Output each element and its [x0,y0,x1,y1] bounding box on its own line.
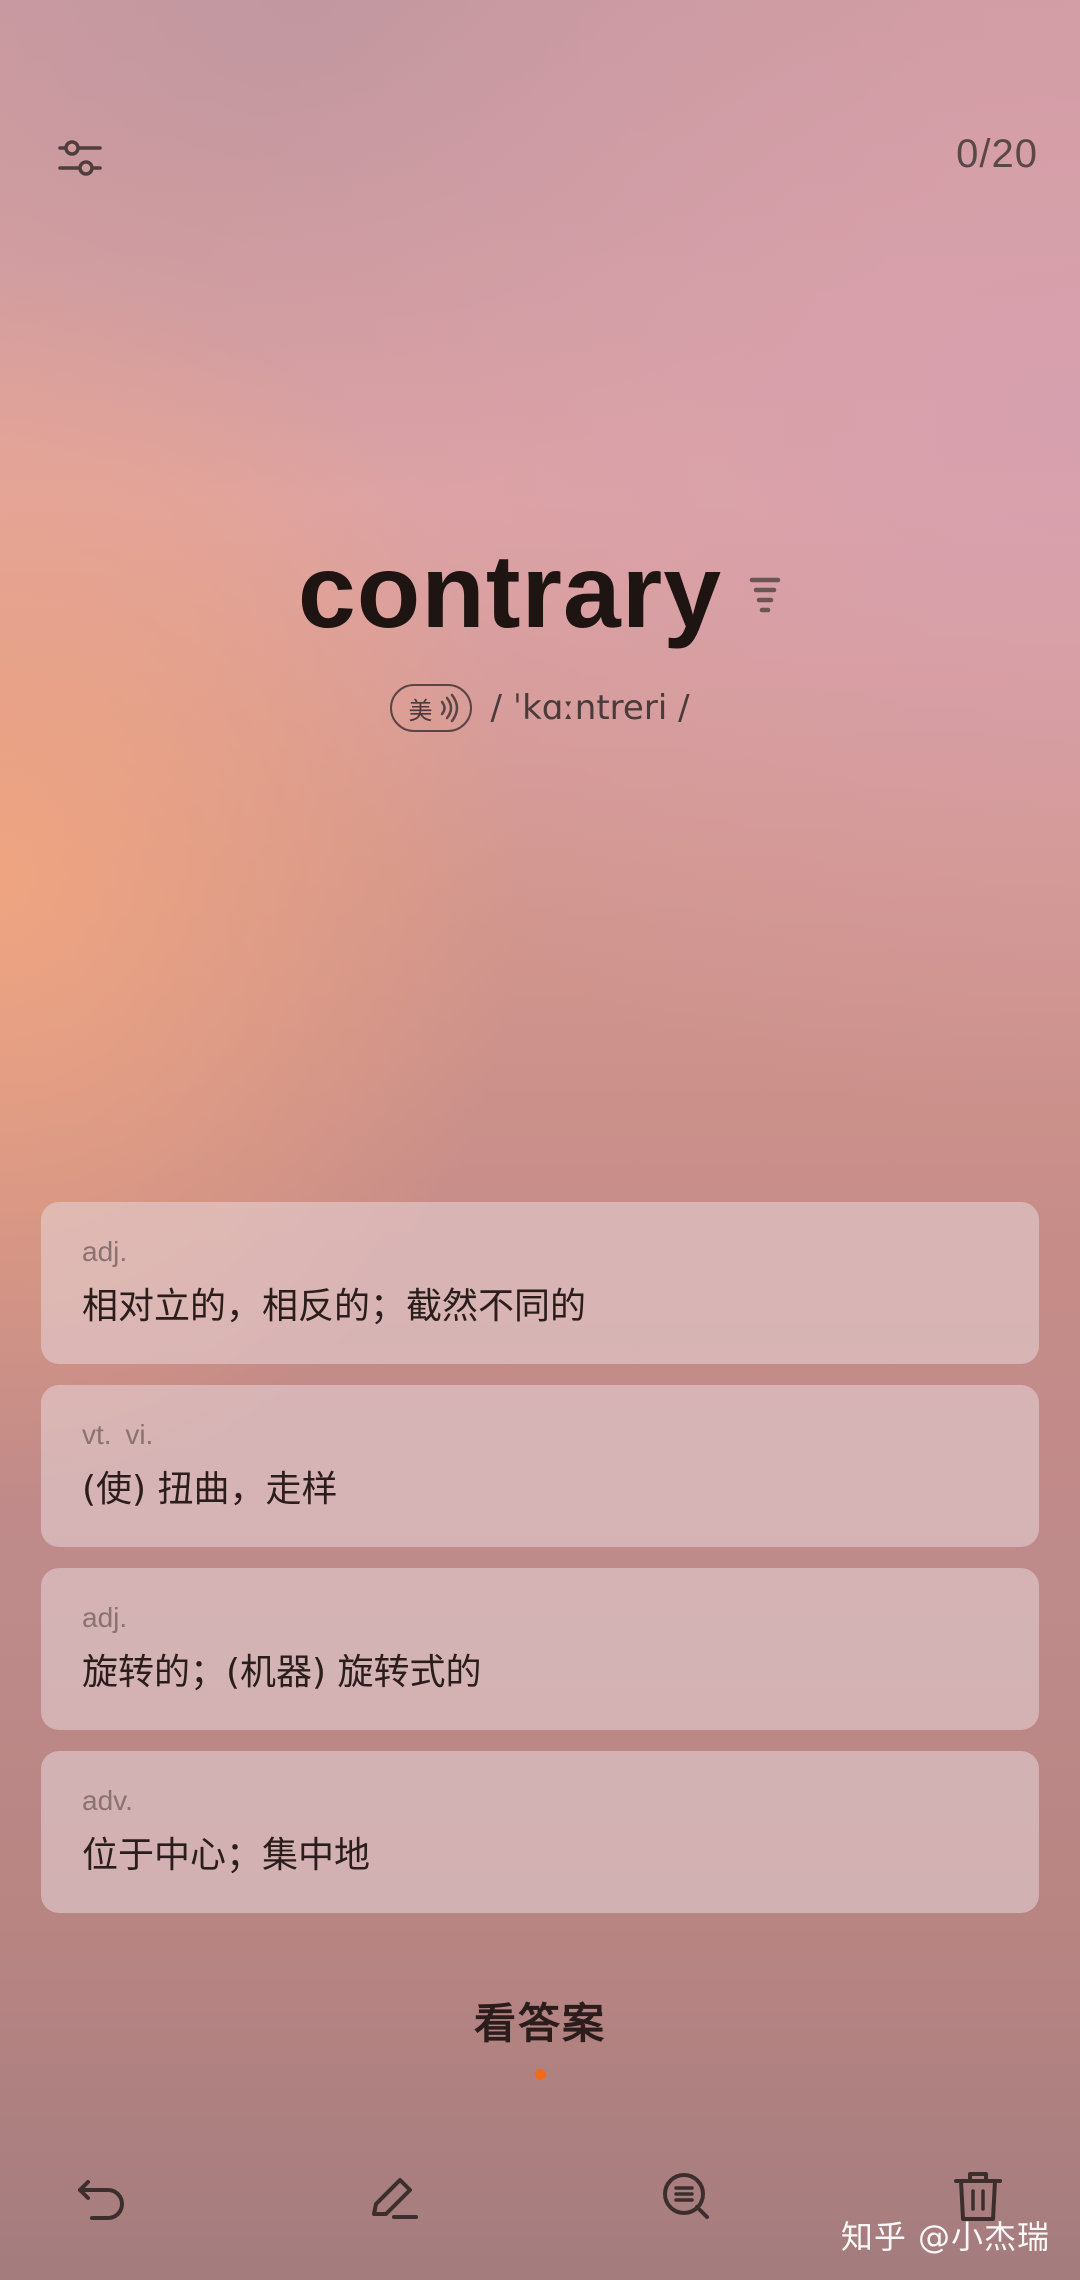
definition-card[interactable]: adj. 相对立的，相反的；截然不同的 [41,1202,1039,1364]
part-of-speech: adj. [82,1602,128,1633]
us-pronunciation-button[interactable]: 美 [390,684,473,732]
part-of-speech: adj. [82,1236,128,1267]
edit-icon [372,2178,418,2219]
progress-counter: 0/20 [956,132,1038,176]
definition-card[interactable]: adj. 旋转的；(机器) 旋转式的 [41,1568,1039,1730]
watermark: 知乎 @小杰瑞 [840,2218,1050,2256]
search-list-icon [663,2173,709,2219]
definition-meaning: 相对立的，相反的；截然不同的 [82,1286,587,1327]
settings-button[interactable] [52,130,108,186]
definition-meaning: (使) 扭曲，走样 [82,1469,338,1510]
show-answer-button[interactable]: 看答案 [0,1990,1080,2080]
word-header: contrary [0,540,1080,644]
pronunciation-row: 美 / ˈkɑːntreri / [0,684,1080,732]
search-list-button[interactable] [656,2166,716,2226]
part-of-speech: adv. [82,1785,133,1816]
speaker-icon [441,693,459,723]
definition-card[interactable]: vt. vi. (使) 扭曲，走样 [41,1385,1039,1547]
definition-list: adj. 相对立的，相反的；截然不同的 vt. vi. (使) 扭曲，走样 ad… [41,1202,1039,1934]
definition-card[interactable]: adv. 位于中心；集中地 [41,1751,1039,1913]
accent-label: 美 [408,696,433,725]
answer-indicator-dot [534,2069,546,2080]
frequency-icon[interactable] [748,574,782,618]
undo-icon [78,2180,124,2220]
definition-meaning: 旋转的；(机器) 旋转式的 [82,1652,482,1693]
phonetic-text: / ˈkɑːntreri / [490,688,690,728]
definition-meaning: 位于中心；集中地 [82,1835,371,1876]
word-title: contrary [297,534,723,650]
sliders-icon [58,140,102,176]
edit-button[interactable] [364,2166,424,2226]
show-answer-label: 看答案 [473,1999,606,2048]
part-of-speech: vt. vi. [82,1419,154,1450]
undo-button[interactable] [72,2166,132,2226]
